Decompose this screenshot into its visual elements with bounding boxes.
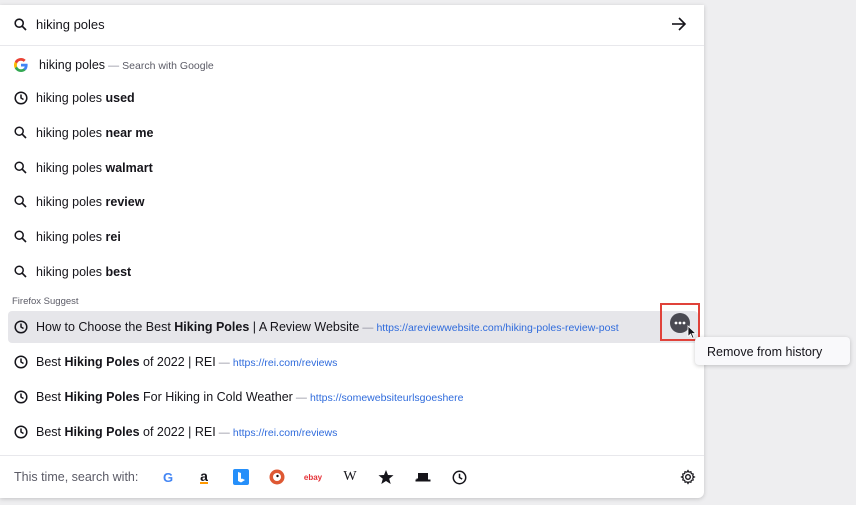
history-button[interactable] [450,468,468,486]
result-url[interactable]: https://rei.com/reviews [233,427,337,439]
wikipedia-icon: W [343,469,357,484]
history-result-row[interactable]: How to Choose the Best Hiking Poles | A … [8,311,698,343]
duckduckgo-engine-button[interactable] [268,468,286,486]
amazon-icon: a [200,468,208,484]
result-title-post: For Hiking in Cold Weather [139,390,293,404]
google-row-hint: Search with Google [122,60,214,72]
history-icon [452,470,466,484]
history-clock-icon [14,355,28,372]
one-off-search-bar: This time, search with: G a ebay W [0,455,704,499]
result-separator: — [215,357,233,369]
bookmarks-button[interactable] [377,468,395,486]
wikipedia-engine-button[interactable]: W [341,468,359,486]
suggestion-bold: used [105,91,135,105]
urlbar-dropdown: hiking poles hiking poles — Search with … [0,5,704,498]
history-clock-icon [14,91,28,108]
suggestion-bold: best [105,265,132,279]
result-separator: — [359,322,377,334]
search-icon [14,195,27,211]
search-icon [14,126,27,142]
ebay-icon: ebay [303,472,323,482]
history-result-row[interactable]: Best Hiking Poles of 2022 | REI — https:… [8,416,698,448]
result-url[interactable]: https://areviewwebsite.com/hiking-poles-… [376,322,618,334]
suggestion-prefix: hiking poles [36,91,106,105]
google-row-separator: — [105,60,123,72]
result-title-pre: How to Choose the Best [36,320,175,334]
suggestion-bold: walmart [105,161,153,175]
tabs-icon [415,473,431,482]
search-icon [14,18,27,36]
result-title-pre: Best [36,425,65,439]
result-title-pre: Best [36,355,65,369]
result-separator: — [215,427,233,439]
suggestion-row[interactable]: hiking poles review [8,186,698,218]
result-separator: — [292,392,310,404]
suggestion-bold: near me [105,126,154,140]
one-off-label: This time, search with: [14,470,139,484]
result-title-post: of 2022 | REI [139,355,216,369]
go-arrow-icon[interactable] [670,16,688,37]
duckduckgo-icon [269,469,285,485]
suggestion-row[interactable]: hiking poles walmart [8,152,698,184]
suggestion-bold: review [105,195,145,209]
remove-from-history-item[interactable]: Remove from history [707,345,822,359]
suggestion-row[interactable]: hiking poles best [8,256,698,288]
search-row[interactable]: hiking poles [0,5,704,46]
search-input[interactable]: hiking poles [36,17,105,32]
search-icon [14,230,27,246]
suggestion-prefix: hiking poles [36,126,106,140]
gear-icon[interactable] [680,469,696,490]
history-clock-icon [14,390,28,407]
history-result-row[interactable]: Best Hiking Poles For Hiking in Cold Wea… [8,381,698,413]
bing-engine-button[interactable] [232,468,250,486]
result-url[interactable]: https://somewebsiteurlsgoeshere [310,392,464,404]
result-menu-button[interactable] [660,303,700,341]
google-icon [13,57,29,76]
bing-icon [233,469,249,485]
bookmarks-star-icon [378,470,394,484]
result-title-bold: Hiking Poles [174,320,250,334]
tabs-button[interactable] [414,468,432,486]
suggestion-bold: rei [105,230,121,244]
section-header: Firefox Suggest [12,296,79,307]
result-title-post: of 2022 | REI [139,425,216,439]
suggestion-row[interactable]: hiking poles near me [8,117,698,149]
history-clock-icon [14,320,28,337]
result-title-bold: Hiking Poles [64,355,140,369]
result-title-bold: Hiking Poles [64,390,140,404]
suggestion-prefix: hiking poles [36,195,106,209]
result-title-post: | A Review Website [249,320,360,334]
result-context-menu: Remove from history [695,337,850,365]
suggestion-row[interactable]: hiking poles used [8,82,698,114]
result-url[interactable]: https://rei.com/reviews [233,357,337,369]
ebay-engine-button[interactable]: ebay [304,468,322,486]
search-icon [14,265,27,281]
search-icon [14,161,27,177]
google-row-query: hiking poles [39,58,106,72]
history-result-row[interactable]: Best Hiking Poles of 2022 | REI — https:… [8,346,698,378]
suggestion-prefix: hiking poles [36,161,106,175]
suggestion-prefix: hiking poles [36,230,106,244]
history-clock-icon [14,425,28,442]
google-icon: G [162,469,174,485]
result-title-bold: Hiking Poles [64,425,140,439]
google-search-row[interactable]: hiking poles — Search with Google [8,49,698,81]
suggestion-row[interactable]: hiking poles rei [8,221,698,253]
result-title-pre: Best [36,390,65,404]
amazon-engine-button[interactable]: a [195,468,213,486]
suggestion-prefix: hiking poles [36,265,106,279]
google-engine-button[interactable]: G [159,468,177,486]
